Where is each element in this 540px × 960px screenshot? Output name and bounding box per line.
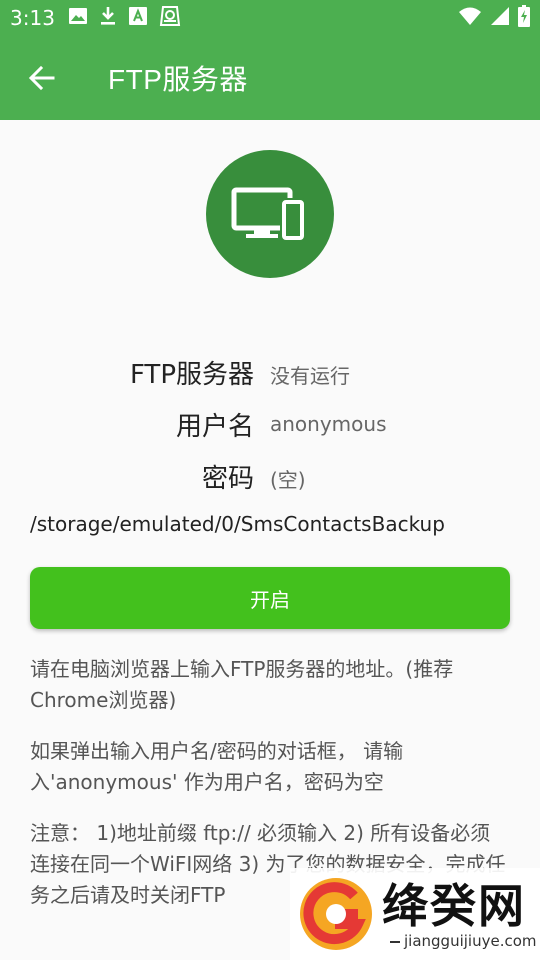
password-label: 密码: [201, 464, 254, 494]
watermark-url: jiangguijiuye.com: [386, 932, 540, 950]
notification-icons: [68, 5, 182, 31]
username-value: anonymous: [270, 412, 387, 436]
start-button[interactable]: 开启: [30, 567, 510, 629]
status-bar: 3:13: [0, 0, 540, 36]
status-time: 3:13: [10, 6, 55, 30]
login-tip: 如果弹出输入用户名/密码的对话框， 请输入'anonymous' 作为用户名，密…: [30, 739, 404, 794]
image-icon: [68, 6, 88, 30]
page-title: FTP服务器: [108, 64, 248, 95]
server-label: FTP服务器: [129, 360, 254, 390]
battery-icon: [518, 5, 530, 31]
start-button-label: 开启: [250, 587, 290, 612]
watermark-logo: [300, 878, 372, 950]
wifi-icon: [458, 6, 482, 30]
storage-icon: [158, 4, 182, 32]
app-bar: FTP服务器: [0, 36, 540, 120]
username-label: 用户名: [175, 412, 254, 442]
font-icon: [128, 6, 148, 30]
storage-path: /storage/emulated/0/SmsContactsBackup: [30, 512, 445, 536]
devices-icon: [206, 150, 334, 278]
username-row: 用户名 anonymous: [0, 406, 540, 446]
server-status-row: FTP服务器 没有运行: [0, 354, 540, 394]
system-icons: [458, 5, 530, 31]
password-value: (空): [270, 468, 306, 492]
arrow-back-icon: [28, 65, 55, 91]
back-button[interactable]: [18, 56, 66, 100]
browser-tip: 请在电脑浏览器上输入FTP服务器的地址。(推荐Chrome浏览器): [30, 657, 454, 712]
password-row: 密码 (空): [0, 458, 540, 498]
download-icon: [98, 5, 118, 31]
watermark: 绛癸网 jiangguijiuye.com: [290, 868, 540, 960]
signal-icon: [490, 6, 510, 30]
watermark-text: 绛癸网: [382, 879, 526, 933]
server-status-value: 没有运行: [270, 364, 350, 388]
